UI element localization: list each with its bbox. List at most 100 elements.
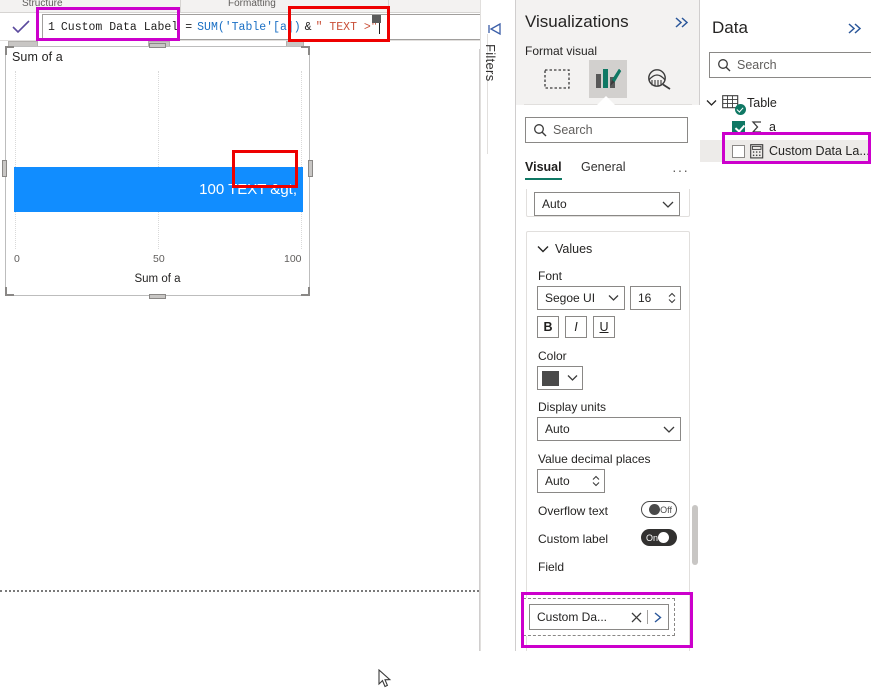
font-color-picker[interactable] xyxy=(537,366,583,390)
format-pane-scrollbar[interactable] xyxy=(692,505,698,565)
data-tree-node-custom-data-label[interactable]: Custom Data La... xyxy=(700,140,871,162)
chevron-down-icon xyxy=(662,201,674,208)
decimal-places-stepper[interactable]: Auto xyxy=(537,469,605,493)
format-visual-subtitle: Format visual xyxy=(525,44,598,58)
format-search-input[interactable]: Search xyxy=(525,117,688,143)
field-label: Field xyxy=(538,560,565,574)
tab-overflow-button[interactable]: ··· xyxy=(672,162,689,178)
analytics-icon[interactable] xyxy=(640,60,678,98)
data-pane-title: Data xyxy=(712,18,748,37)
build-visual-glyph xyxy=(544,69,570,89)
field-drop-well[interactable]: Custom Da... xyxy=(523,598,675,636)
format-tabs: Visual General ··· xyxy=(525,160,693,186)
filter-expand-icon[interactable] xyxy=(487,22,503,36)
font-size-value: 16 xyxy=(638,291,652,305)
report-canvas[interactable]: Sum of a 100 TEXT &gt; 0 50 100 Sum of a xyxy=(0,43,480,688)
formula-equals: = xyxy=(185,20,193,34)
bar-chart-visual[interactable]: Sum of a 100 TEXT &gt; 0 50 100 Sum of a xyxy=(2,43,313,299)
data-tree-label-table: Table xyxy=(747,96,777,110)
resize-handle-bottom-right[interactable] xyxy=(301,287,310,296)
formula-function: SUM('Table'[a]) xyxy=(197,20,301,34)
custom-label-state: On xyxy=(646,532,659,543)
field-chiclet-custom-data-label[interactable]: Custom Da... xyxy=(529,604,669,630)
analytics-magnifier-glyph xyxy=(648,69,671,90)
toggle-knob xyxy=(658,532,670,543)
resize-handle-right[interactable] xyxy=(308,160,313,177)
ribbon-group-formatting: Formatting xyxy=(228,0,276,9)
bar-data-label: 100 TEXT &gt; xyxy=(199,181,297,198)
resize-handle-top-right[interactable] xyxy=(301,46,310,55)
chevron-down-icon xyxy=(663,426,675,433)
gridline xyxy=(301,71,302,249)
filters-pane-collapsed[interactable]: Filters xyxy=(480,0,516,651)
format-search-placeholder: Search xyxy=(553,123,593,137)
data-tree-label-a: a xyxy=(769,120,776,134)
tab-visual[interactable]: Visual xyxy=(525,160,562,180)
data-field-checkbox-custom-data-label[interactable] xyxy=(732,144,745,158)
overflow-text-toggle[interactable]: Off xyxy=(641,501,677,518)
resize-handle-bottom[interactable] xyxy=(149,294,166,299)
formula-bar: 1 Custom Data Label = SUM('Table'[a]) & … xyxy=(0,13,519,41)
chevron-right-icon[interactable] xyxy=(652,611,664,624)
display-units-dropdown[interactable]: Auto xyxy=(537,417,681,441)
italic-label: I xyxy=(574,320,578,334)
close-icon[interactable] xyxy=(630,611,643,624)
overflow-text-state: Off xyxy=(660,504,672,515)
font-size-stepper[interactable]: 16 xyxy=(630,286,681,310)
data-tree-node-a[interactable]: a xyxy=(732,116,776,138)
toggle-knob xyxy=(649,504,661,515)
resize-handle-top-left[interactable] xyxy=(5,46,14,55)
data-field-checkbox-a[interactable] xyxy=(732,120,745,134)
sigma-icon xyxy=(751,121,761,133)
data-pane: Data Search Table a Custom Data La... xyxy=(700,0,871,651)
bold-button[interactable]: B xyxy=(537,316,559,338)
gridline xyxy=(158,71,159,249)
tab-general[interactable]: General xyxy=(581,160,625,174)
chevron-down-icon xyxy=(608,295,619,301)
overflow-text-label: Overflow text xyxy=(538,504,609,518)
color-swatch xyxy=(542,370,559,386)
values-section-header[interactable]: Values xyxy=(537,242,592,256)
font-label: Font xyxy=(538,269,563,283)
filters-pane-label: Filters xyxy=(483,44,498,82)
paintbrush-bar-glyph xyxy=(595,68,621,88)
plot-area: 100 TEXT &gt; xyxy=(14,71,303,249)
formula-bar-scroll-thumb[interactable] xyxy=(372,15,381,23)
commit-formula-button[interactable] xyxy=(3,14,39,40)
font-family-dropdown[interactable]: Segoe UI xyxy=(537,286,625,310)
chevron-double-right-icon[interactable] xyxy=(847,22,863,35)
build-visual-icon[interactable] xyxy=(538,60,576,98)
font-family-value: Segoe UI xyxy=(545,291,596,305)
data-tree-node-table[interactable]: Table xyxy=(706,92,777,115)
resize-handle-top[interactable] xyxy=(149,43,166,48)
underline-button[interactable]: U xyxy=(593,316,615,338)
x-axis-ticks: 0 50 100 xyxy=(14,253,302,267)
format-visual-icon[interactable] xyxy=(589,60,627,98)
color-label: Color xyxy=(538,349,567,363)
search-icon xyxy=(718,59,731,72)
custom-label-toggle[interactable]: On xyxy=(641,529,677,546)
italic-button[interactable]: I xyxy=(565,316,587,338)
resize-handle-left[interactable] xyxy=(2,160,7,177)
table-icon xyxy=(722,95,746,115)
data-tree-label-custom-data-label: Custom Data La... xyxy=(769,144,870,158)
formula-measure-name: Custom Data Label xyxy=(60,20,179,34)
ribbon-separator xyxy=(180,0,181,12)
resize-handle-bottom-left[interactable] xyxy=(5,287,14,296)
page-boundary-line xyxy=(0,590,479,592)
ribbon-separator xyxy=(388,0,389,12)
formula-input[interactable]: 1 Custom Data Label = SUM('Table'[a]) & … xyxy=(42,14,512,40)
bar-series-sum-of-a[interactable]: 100 TEXT &gt; xyxy=(14,167,303,212)
chevron-double-right-icon[interactable] xyxy=(674,16,690,29)
bold-label: B xyxy=(543,320,553,334)
chevron-down-icon xyxy=(537,246,549,253)
data-search-input[interactable]: Search xyxy=(709,52,871,78)
previous-setting-card: Auto xyxy=(526,189,690,217)
formula-measure-number: 1 xyxy=(48,20,55,34)
format-settings-scroll[interactable]: Auto Values Font Segoe UI 16 B I U Color… xyxy=(516,189,700,651)
table-check-badge xyxy=(735,104,746,115)
chevron-down-icon xyxy=(567,375,578,381)
chevron-down-icon[interactable] xyxy=(706,99,717,107)
previous-setting-dropdown[interactable]: Auto xyxy=(534,192,680,216)
gridline xyxy=(14,71,16,249)
